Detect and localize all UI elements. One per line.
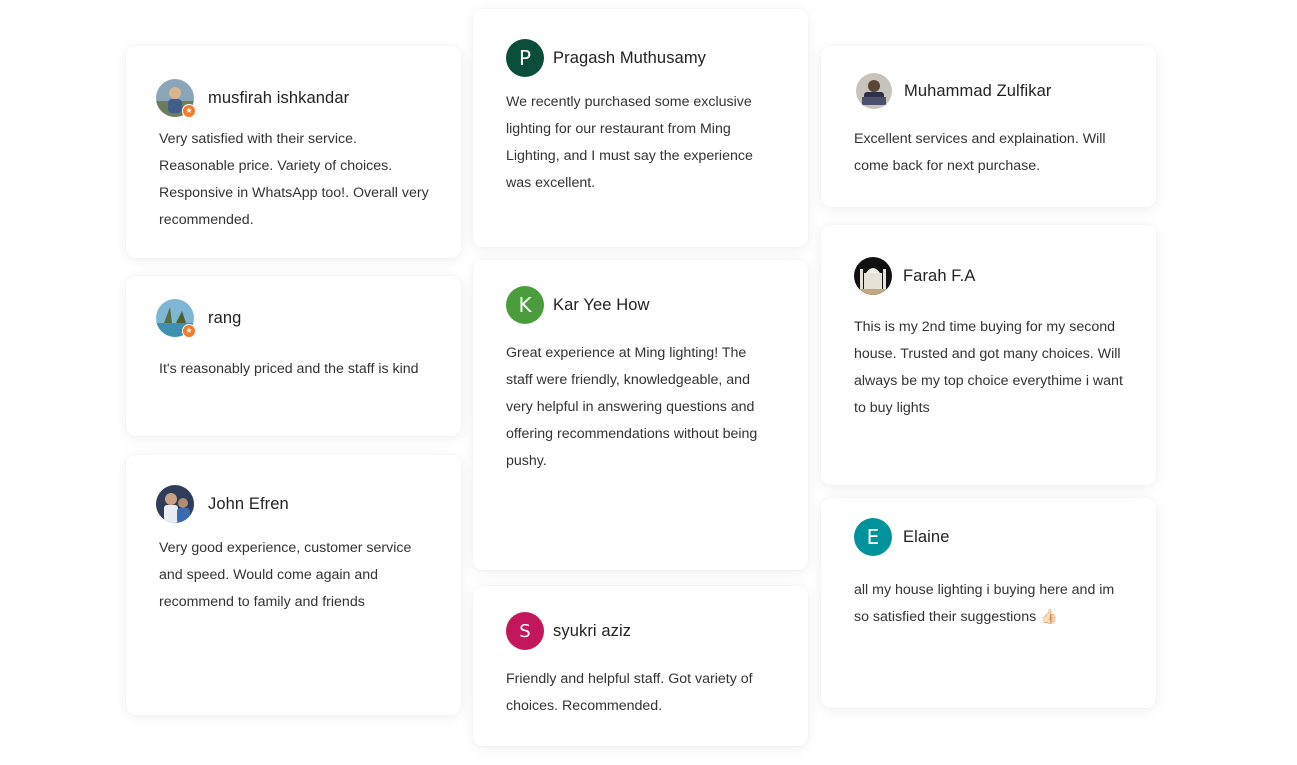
review-header: Muhammad Zulfikar <box>856 73 1052 109</box>
review-card: P Pragash Muthusamy We recently purchase… <box>473 9 808 247</box>
user-avatar: K <box>506 286 544 324</box>
reviewer-name: Farah F.A <box>903 266 976 285</box>
review-text: all my house lighting i buying here and … <box>854 582 1115 625</box>
user-avatar: S <box>506 612 544 650</box>
reviewer-name: Kar Yee How <box>553 295 650 314</box>
review-text: Very satisfied with their service. Reaso… <box>159 131 429 228</box>
reviewer-name: Muhammad Zulfikar <box>904 81 1052 100</box>
review-header: ★ rang <box>156 299 242 338</box>
review-card: ★ musfirah ishkandar Very satisfied with… <box>126 46 461 258</box>
user-avatar <box>854 257 892 295</box>
review-header: ★ musfirah ishkandar <box>156 79 350 118</box>
local-guide-badge-icon: ★ <box>182 104 196 118</box>
review-card: Muhammad Zulfikar Excellent services and… <box>821 46 1156 207</box>
reviews-grid: ★ musfirah ishkandar Very satisfied with… <box>0 0 1297 765</box>
reviewer-name: rang <box>208 308 242 327</box>
avatar-initial: E <box>866 525 880 549</box>
reviewer-name: musfirah ishkandar <box>208 88 350 107</box>
user-avatar: ★ <box>156 299 196 338</box>
review-header: John Efren <box>156 485 289 523</box>
user-avatar <box>856 73 892 109</box>
review-card: K Kar Yee How Great experience at Ming l… <box>473 260 808 570</box>
avatar-initial: P <box>518 46 532 70</box>
review-text: Great experience at Ming lighting! The s… <box>506 345 758 469</box>
review-card: S syukri aziz Friendly and helpful staff… <box>473 586 808 746</box>
review-header: P Pragash Muthusamy <box>506 39 706 77</box>
review-text: Friendly and helpful staff. Got variety … <box>506 671 753 714</box>
user-avatar: ★ <box>156 79 196 118</box>
review-card: Farah F.A This is my 2nd time buying for… <box>821 225 1156 485</box>
review-header: E Elaine <box>854 518 949 556</box>
user-avatar: E <box>854 518 892 556</box>
review-text: This is my 2nd time buying for my second… <box>854 319 1123 416</box>
review-text: Very good experience, customer service a… <box>159 540 412 610</box>
review-card: E Elaine all my house lighting i buying … <box>821 498 1156 708</box>
local-guide-badge-icon: ★ <box>182 324 196 338</box>
review-text: Excellent services and explaination. Wil… <box>854 131 1106 174</box>
review-text: It's reasonably priced and the staff is … <box>159 361 419 377</box>
reviewer-name: Pragash Muthusamy <box>553 48 707 67</box>
avatar-initial: S <box>519 620 531 642</box>
reviewer-name: Elaine <box>903 527 950 546</box>
review-text: We recently purchased some exclusive lig… <box>506 94 753 191</box>
user-avatar <box>156 485 194 523</box>
review-header: K Kar Yee How <box>506 286 650 324</box>
reviewer-name: syukri aziz <box>553 621 632 640</box>
reviewer-name: John Efren <box>208 494 289 513</box>
review-card: ★ rang It's reasonably priced and the st… <box>126 276 461 436</box>
user-avatar: P <box>506 39 544 77</box>
review-header: S syukri aziz <box>506 612 631 650</box>
review-card: John Efren Very good experience, custome… <box>126 455 461 715</box>
review-header: Farah F.A <box>854 257 975 295</box>
avatar-initial: K <box>518 293 532 317</box>
